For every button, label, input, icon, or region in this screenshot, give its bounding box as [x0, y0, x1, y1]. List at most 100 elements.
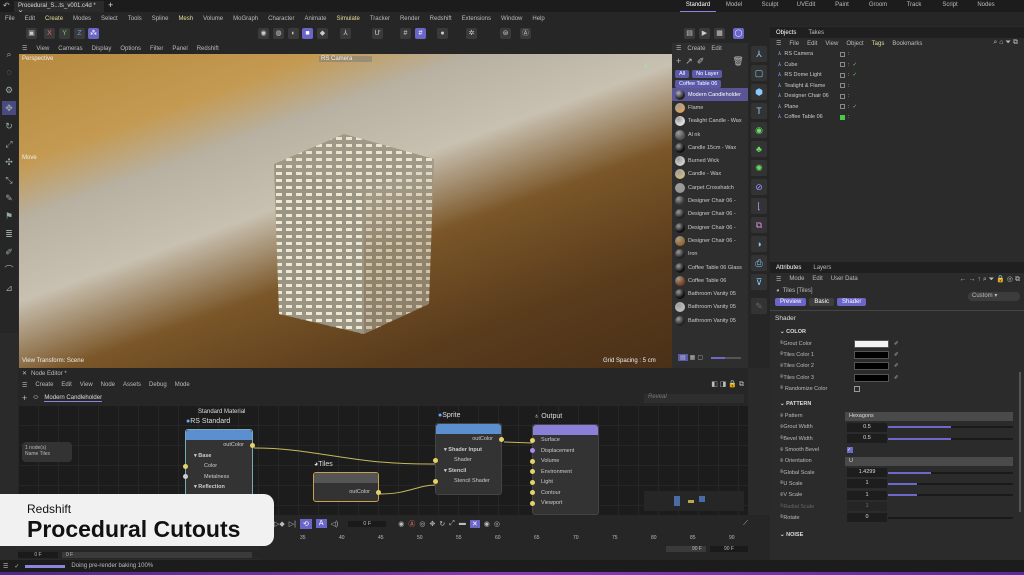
value-slider[interactable]	[888, 482, 1013, 485]
fcurve-icon[interactable]: ⟋	[743, 520, 748, 528]
tab-layers[interactable]: Layers	[813, 265, 831, 271]
layout-tab-paint[interactable]: Paint	[824, 0, 860, 12]
rotate-icon[interactable]: ↻	[2, 119, 16, 133]
hamburger-icon[interactable]: ☰	[22, 45, 27, 52]
material-item[interactable]: Designer Chair 06 -	[672, 208, 748, 221]
symmetry-icon[interactable]: ✲	[466, 28, 477, 39]
sculpt-icon[interactable]: ⌒	[2, 263, 16, 277]
layout-tab-nodes[interactable]: Nodes	[968, 0, 1004, 12]
subtab-shader[interactable]: Shader	[837, 298, 867, 306]
tag-icon[interactable]: ⬭	[33, 395, 38, 402]
smooth-bevel-checkbox[interactable]: ✓	[847, 447, 853, 454]
dots-icon[interactable]: :	[848, 93, 850, 99]
generator-icon[interactable]: ◉	[751, 122, 767, 138]
visibility-icon[interactable]	[840, 62, 845, 68]
layout-tab-script[interactable]: Script	[932, 0, 968, 12]
dots-icon[interactable]: :	[848, 62, 850, 68]
output-port[interactable]: Surface	[530, 435, 598, 446]
node-menu-debug[interactable]: Debug	[149, 382, 167, 388]
new-tab-button[interactable]: +	[108, 0, 113, 10]
layer-chip[interactable]: Coffee Table 06	[675, 80, 722, 88]
thumbnail-size-slider[interactable]	[711, 356, 742, 359]
value-slider[interactable]	[888, 426, 1013, 429]
material-menu-create[interactable]: Create	[687, 46, 705, 52]
menu-modes[interactable]: Modes	[73, 16, 91, 22]
viewport[interactable]: Perspective RS Camera Move View Transfor…	[19, 54, 672, 368]
randomize-checkbox[interactable]	[854, 385, 860, 392]
close-icon[interactable]: ✕	[22, 370, 27, 377]
value-slider[interactable]	[888, 516, 1013, 519]
material-item[interactable]: Bathroom Vanity 05	[672, 287, 748, 300]
search-icon[interactable]: ⌕ ⌂ ⏷ ⧉	[993, 39, 1018, 47]
menu-edit[interactable]: Edit	[25, 16, 35, 22]
object-row[interactable]: ⅄ Tealight & Flame:	[770, 81, 1024, 92]
object-row[interactable]: ⅄ RS Dome Light: ✓	[770, 70, 1024, 81]
object-menu-view[interactable]: View	[825, 41, 838, 47]
value-field[interactable]: 0	[847, 513, 887, 523]
material-item[interactable]: Bathroom Vanity 05	[672, 301, 748, 314]
transform-icon[interactable]: ✣	[2, 155, 16, 169]
scale-icon[interactable]: ⤢	[2, 137, 16, 151]
output-port[interactable]: Environment	[530, 467, 598, 478]
material-item[interactable]: Carpet Crosshatch	[672, 181, 748, 194]
auto-key-icon[interactable]: Ⓐ	[520, 28, 531, 39]
tab-objects[interactable]: Objects	[776, 30, 796, 36]
object-row[interactable]: ⅄ RS Camera:	[770, 49, 1024, 60]
autokey-icon[interactable]: Ⓐ	[408, 519, 415, 529]
hamburger-icon[interactable]: ☰	[3, 563, 8, 570]
color-swatch[interactable]	[854, 339, 889, 348]
value-slider[interactable]	[888, 437, 1013, 440]
object-row[interactable]: ⅄ Designer Chair 06:	[770, 91, 1024, 102]
dots-icon[interactable]: :	[848, 72, 850, 78]
go-end-icon[interactable]: ▷|	[289, 520, 296, 528]
material-item[interactable]: Coffee Table 06	[672, 274, 748, 287]
menu-help[interactable]: Help	[532, 16, 544, 22]
filter-no-layer[interactable]: No Layer	[692, 70, 723, 78]
menu-animate[interactable]: Animate	[304, 16, 326, 22]
add-icon[interactable]: +	[676, 56, 681, 66]
color-swatch[interactable]	[854, 362, 889, 371]
cloner-icon[interactable]: ♣	[751, 141, 767, 157]
coordinate-system-icon[interactable]: ⁂	[88, 28, 99, 39]
field-icon[interactable]: ⌊	[751, 198, 767, 214]
menu-simulate[interactable]: Simulate	[337, 16, 360, 22]
paint-icon[interactable]: ⚑	[2, 209, 16, 223]
node-menu-node[interactable]: Node	[101, 382, 115, 388]
material-tab[interactable]: Modern Candleholder	[44, 395, 103, 402]
material-item[interactable]: Candle - Wax	[672, 168, 748, 181]
layout-tab-uvedit[interactable]: UVEdit	[788, 0, 824, 12]
node-menu-assets[interactable]: Assets	[123, 382, 141, 388]
model-mode-icon[interactable]: ◉	[258, 28, 269, 39]
layout-tab-groom[interactable]: Groom	[860, 0, 896, 12]
attr-menu-mode[interactable]: Mode	[789, 276, 804, 282]
grid-view-icon[interactable]: ▦	[690, 354, 696, 361]
texture-mode-icon[interactable]: ◍	[273, 28, 284, 39]
value-field[interactable]: 0.5	[847, 422, 887, 432]
menu-tracker[interactable]: Tracker	[370, 16, 390, 22]
pen-icon[interactable]: ✐	[2, 245, 16, 259]
check-icon[interactable]: ✓	[853, 62, 858, 68]
layout-tab-standard[interactable]: Standard	[680, 0, 716, 12]
node-menu-mode[interactable]: Mode	[175, 382, 190, 388]
material-item[interactable]: Designer Chair 06 -	[672, 221, 748, 234]
minimap[interactable]	[644, 491, 744, 511]
reveal-search-input[interactable]: Reveal	[644, 394, 744, 403]
node-menu-edit[interactable]: Edit	[61, 382, 71, 388]
subtab-basic[interactable]: Basic	[809, 298, 835, 306]
position-key-icon[interactable]: ✥	[429, 520, 435, 528]
arrow-icon[interactable]: ↗	[685, 56, 693, 67]
color-section[interactable]: ⌄ COLOR	[770, 326, 1024, 338]
keyframe-icon[interactable]: ◎	[419, 520, 425, 528]
picker-icon[interactable]: ✐	[697, 56, 705, 67]
scale-key-icon[interactable]: ⤢	[449, 520, 455, 528]
tiles-node[interactable]: outColor	[313, 472, 381, 502]
menu-extensions[interactable]: Extensions	[462, 16, 491, 22]
value-slider[interactable]	[888, 494, 1013, 497]
camera-dropdown[interactable]: RS Camera	[319, 56, 373, 62]
edge-mode-icon[interactable]: ◆	[317, 28, 328, 39]
menu-volume[interactable]: Volume	[203, 16, 223, 22]
preview-start-field[interactable]: 0 F	[62, 551, 252, 558]
hamburger-icon[interactable]: ☰	[776, 40, 781, 47]
subtab-preview[interactable]: Preview	[775, 298, 807, 306]
document-tab[interactable]: Procedural_S...ts_v001.c4d * ✕	[14, 1, 104, 16]
